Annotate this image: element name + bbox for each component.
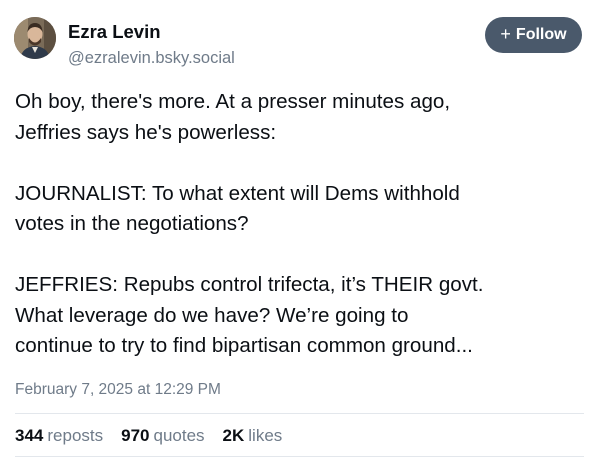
follow-button[interactable]: + Follow — [485, 17, 582, 53]
quotes-count: 970 — [121, 426, 150, 445]
engagement-stats: 344 reposts 970 quotes 2K likes — [15, 426, 282, 446]
reposts-count: 344 — [15, 426, 44, 445]
likes-count: 2K — [222, 426, 245, 445]
likes-stat[interactable]: 2K likes — [223, 426, 283, 446]
author-avatar[interactable] — [14, 17, 56, 59]
post-text: Oh boy, there's more. At a presser minut… — [15, 90, 484, 357]
avatar-photo — [14, 17, 56, 59]
quotes-label: quotes — [153, 426, 205, 445]
author-display-name[interactable]: Ezra Levin — [68, 21, 235, 43]
reposts-label: reposts — [47, 426, 104, 445]
author-handle[interactable]: @ezralevin.bsky.social — [68, 48, 235, 68]
author-info: Ezra Levin @ezralevin.bsky.social — [68, 21, 235, 68]
post-card: Ezra Levin @ezralevin.bsky.social + Foll… — [0, 0, 592, 459]
reposts-stat[interactable]: 344 reposts — [15, 426, 103, 446]
divider — [15, 456, 584, 457]
quotes-stat[interactable]: 970 quotes — [121, 426, 204, 446]
likes-label: likes — [248, 426, 283, 445]
divider — [15, 413, 584, 414]
plus-icon: + — [500, 24, 511, 44]
post-timestamp[interactable]: February 7, 2025 at 12:29 PM — [15, 381, 221, 399]
follow-button-label: Follow — [515, 26, 567, 43]
